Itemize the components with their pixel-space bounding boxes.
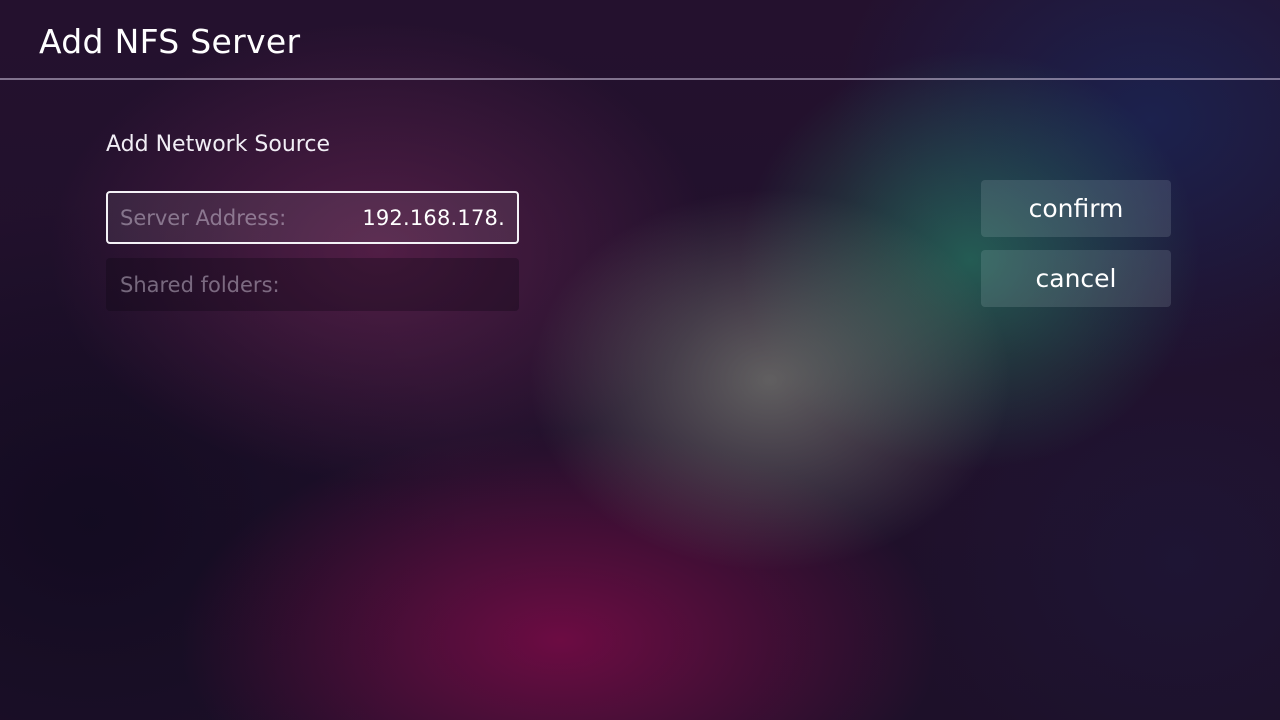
shared-folders-label: Shared folders: [120, 272, 280, 297]
server-address-label: Server Address: [120, 205, 287, 230]
nfs-dialog-screen: Add NFS Server Add Network Source Server… [0, 0, 1280, 720]
section-title: Add Network Source [106, 132, 330, 157]
server-address-field[interactable]: Server Address: 192.168.178. [106, 191, 519, 244]
cancel-button[interactable]: cancel [981, 250, 1171, 307]
server-address-value: 192.168.178. [362, 205, 505, 230]
confirm-button[interactable]: confirm [981, 180, 1171, 237]
page-title: Add NFS Server [39, 22, 301, 61]
shared-folders-field[interactable]: Shared folders: [106, 258, 519, 311]
title-bar: Add NFS Server [0, 0, 1280, 80]
